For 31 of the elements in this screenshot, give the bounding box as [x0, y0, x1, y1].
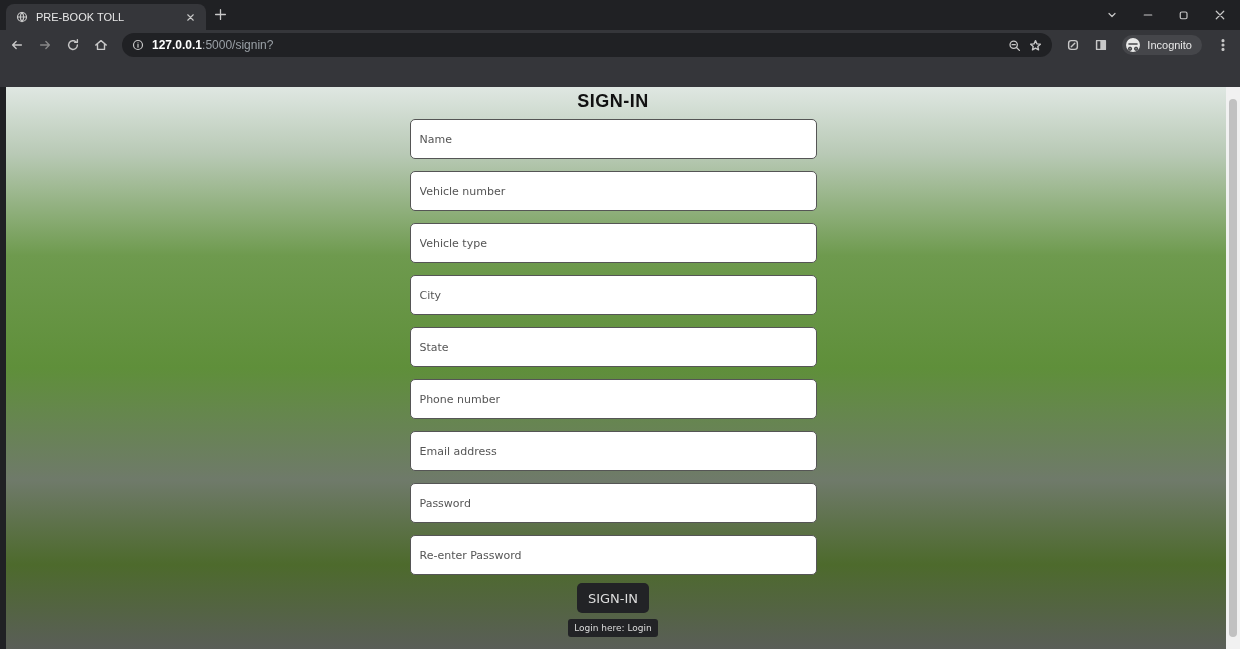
login-link[interactable]: Login here: Login: [568, 619, 658, 637]
star-icon[interactable]: [1029, 38, 1043, 52]
address-bar[interactable]: 127.0.0.1:5000/signin?: [122, 33, 1053, 57]
input-field[interactable]: Name: [409, 119, 817, 159]
input-field[interactable]: Password: [409, 483, 817, 523]
profile-button[interactable]: Incognito: [1122, 35, 1202, 55]
reload-icon[interactable]: [66, 38, 80, 52]
globe-icon[interactable]: [16, 11, 28, 23]
input-field[interactable]: Re-enter Password: [409, 535, 817, 575]
form-title: SIGN-IN: [577, 91, 649, 112]
zoom-icon[interactable]: [1008, 38, 1022, 52]
restore-icon[interactable]: [1178, 9, 1190, 21]
close-icon[interactable]: [1214, 9, 1226, 21]
info-icon[interactable]: [132, 39, 144, 51]
input-field[interactable]: Vehicle number: [409, 171, 817, 211]
browser-tab[interactable]: PRE-BOOK TOLL: [6, 4, 206, 30]
forward-icon[interactable]: [38, 38, 52, 52]
back-icon[interactable]: [10, 38, 24, 52]
scrollbar[interactable]: [1226, 87, 1240, 649]
close-icon[interactable]: [185, 11, 196, 23]
input-field[interactable]: Email address: [409, 431, 817, 471]
extension-icon[interactable]: [1066, 38, 1081, 52]
plus-icon[interactable]: [214, 8, 227, 21]
home-icon[interactable]: [94, 38, 108, 52]
input-field[interactable]: Phone number: [409, 379, 817, 419]
input-field[interactable]: State: [409, 327, 817, 367]
side-panel-icon[interactable]: [1094, 38, 1109, 52]
sign-in-button[interactable]: SIGN-IN: [576, 583, 650, 613]
input-field[interactable]: City: [409, 275, 817, 315]
incognito-icon[interactable]: [1125, 37, 1142, 53]
input-field[interactable]: Vehicle type: [409, 223, 817, 263]
